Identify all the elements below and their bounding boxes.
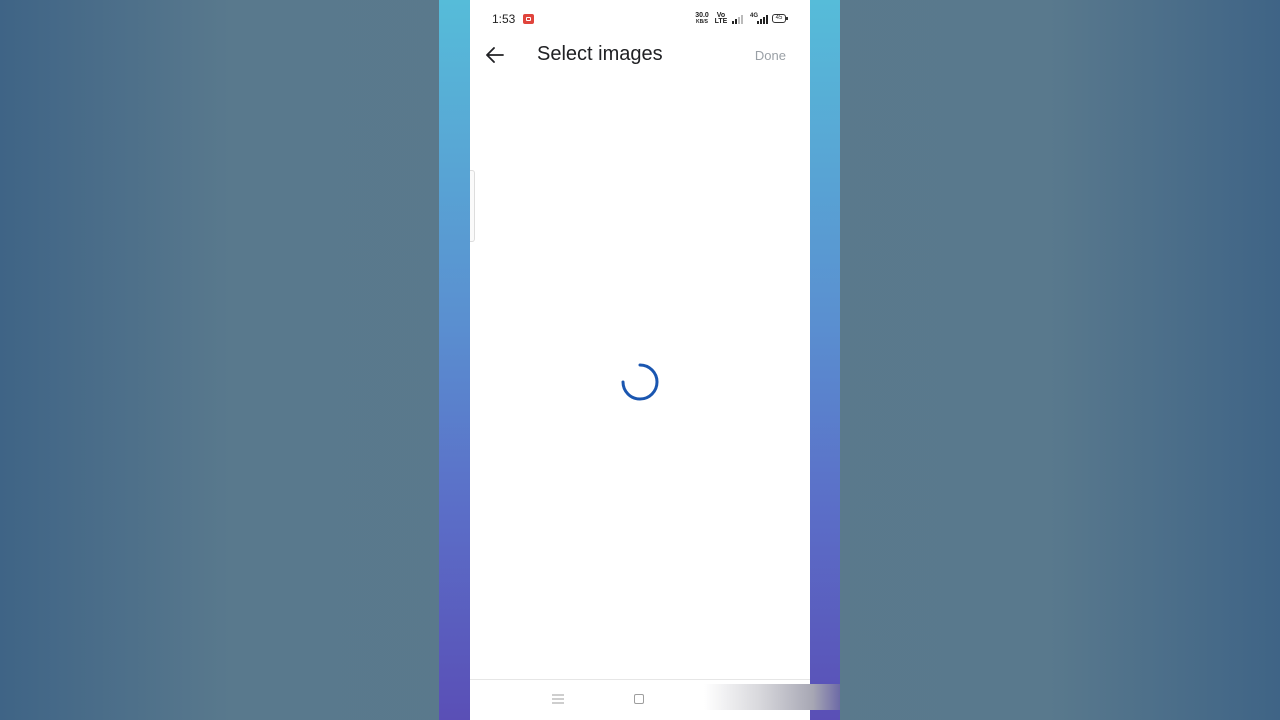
scroll-handle[interactable] <box>470 170 475 242</box>
home-icon[interactable] <box>634 694 644 704</box>
arrow-back-icon <box>486 47 504 63</box>
loading-spinner-icon <box>621 363 659 401</box>
status-bar: 1:53 30.0 KB/S Vo LTE 4G 45 <box>470 0 810 38</box>
gradient-overlay <box>704 684 840 710</box>
page-title: Select images <box>537 43 663 65</box>
volte-bottom: LTE <box>714 18 728 25</box>
volte-indicator: Vo LTE <box>714 12 728 25</box>
signal-sim1-icon <box>732 14 743 24</box>
battery-level: 45 <box>775 15 783 21</box>
signal-sim2-icon <box>757 14 768 24</box>
network-speed-unit: KB/S <box>696 19 708 25</box>
recent-apps-icon[interactable] <box>552 694 564 704</box>
battery-icon: 45 <box>772 14 788 23</box>
done-button[interactable]: Done <box>755 48 786 63</box>
phone-screen: 1:53 30.0 KB/S Vo LTE 4G 45 Select image… <box>470 0 810 720</box>
back-button[interactable] <box>482 42 508 68</box>
app-bar: Select images Done <box>470 38 810 78</box>
network-speed: 30.0 KB/S <box>694 12 710 25</box>
status-time: 1:53 <box>492 12 516 26</box>
screen-record-icon <box>523 14 534 24</box>
